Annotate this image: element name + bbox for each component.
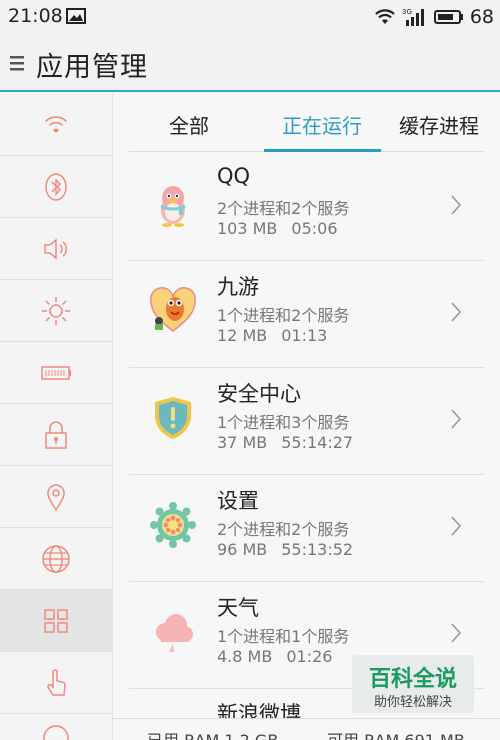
app-runtime: 01:13 [281,326,328,345]
app-row-security-center[interactable]: 安全中心 1个进程和3个服务 37 MB 55:14:27 [129,368,484,475]
app-processes: 2个进程和2个服务 [217,520,350,539]
sidebar-item-lock[interactable] [0,404,112,466]
status-time: 21:08 [8,5,63,27]
app-row-jiuyou[interactable]: 九游 1个进程和2个服务 12 MB 01:13 [129,261,484,368]
sidebar-item-network[interactable] [0,528,112,590]
qq-penguin-icon [161,186,185,227]
used-ram-label: 已用 RAM 1.2 GB [147,727,278,740]
app-row-settings[interactable]: 设置 2个进程和2个服务 96 MB 55:13:52 [129,475,484,582]
weather-cloud-icon [156,614,193,652]
sidebar-item-info[interactable] [0,714,112,740]
lock-icon [45,420,67,449]
app-row-weibo-partial[interactable]: 新浪微博 [217,698,301,718]
volume-icon [44,237,68,260]
jiuyou-icon [150,287,196,332]
sidebar-item-volume[interactable] [0,218,112,280]
app-meta: 103 MB 05:06 [217,219,338,238]
app-memory: 37 MB [217,433,268,452]
watermark-title: 百科全说 [368,667,457,692]
info-icon [43,725,69,740]
main-panel: 全部 正在运行 缓存进程 QQ 2个进程和2个服务 103 MB 05:06 九… [113,94,500,740]
battery-icon [41,365,71,380]
status-bar: 21:08 3G 68 [0,0,500,34]
cell-signal-icon: 3G [402,8,424,26]
app-memory: 12 MB [217,326,268,345]
wifi-signal-icon [375,9,395,24]
watermark-badge: 百科全说 助你轻松解决 [352,655,474,713]
watermark-subtitle: 助你轻松解决 [373,695,452,710]
app-runtime: 05:06 [291,219,338,238]
sidebar-item-bluetooth[interactable] [0,156,112,218]
app-name: QQ [217,164,251,188]
chevron-right-icon [451,195,462,215]
app-runtime: 55:14:27 [281,433,354,452]
sidebar-item-wifi[interactable] [0,94,112,156]
sidebar [0,94,113,740]
app-memory: 4.8 MB [217,647,273,666]
app-name: 安全中心 [217,382,301,406]
app-meta: 37 MB 55:14:27 [217,433,353,452]
app-memory: 103 MB [217,219,278,238]
page-title: 应用管理 [36,52,148,83]
app-runtime: 01:26 [286,647,333,666]
tab-all[interactable]: 全部 [169,110,209,139]
sidebar-item-gesture[interactable] [0,652,112,714]
app-processes: 1个进程和3个服务 [217,413,350,432]
settings-gear-icon [150,502,196,548]
sidebar-item-apps[interactable] [0,590,112,652]
app-runtime: 55:13:52 [281,540,354,559]
sidebar-item-location[interactable] [0,466,112,528]
chevron-right-icon [451,623,462,643]
brightness-icon [42,296,70,325]
title-bar: 应用管理 [0,34,500,92]
battery-percent: 68 [469,6,494,28]
app-processes: 1个进程和2个服务 [217,306,350,325]
ram-summary-bar: 已用 RAM 1.2 GB 可用 RAM 691 MB [113,718,500,740]
active-tab-indicator [264,149,381,152]
app-memory: 96 MB [217,540,268,559]
app-processes: 2个进程和2个服务 [217,199,350,218]
globe-icon [42,544,70,573]
tab-running[interactable]: 正在运行 [282,110,362,139]
app-meta: 96 MB 55:13:52 [217,540,353,559]
app-meta: 4.8 MB 01:26 [217,647,332,666]
location-icon [47,483,65,512]
sidebar-item-battery[interactable] [0,342,112,404]
app-processes: 1个进程和1个服务 [217,627,350,646]
app-row-qq[interactable]: QQ 2个进程和2个服务 103 MB 05:06 [129,154,484,261]
chevron-right-icon [451,516,462,536]
tab-cached[interactable]: 缓存进程 [399,110,479,139]
wifi-icon [44,115,68,133]
apps-grid-icon [44,608,68,633]
app-name: 九游 [217,275,259,299]
app-name: 设置 [217,489,259,513]
battery-status-icon [433,10,463,24]
image-notification-icon [66,8,86,24]
chevron-right-icon [451,302,462,322]
free-ram-label: 可用 RAM 691 MB [327,727,465,740]
menu-icon[interactable] [10,54,24,72]
sidebar-item-brightness[interactable] [0,280,112,342]
gesture-icon [47,668,66,696]
app-meta: 12 MB 01:13 [217,326,327,345]
bluetooth-icon [45,172,67,201]
security-shield-icon [155,397,191,439]
tab-bar: 全部 正在运行 缓存进程 [129,94,484,152]
network-type-label: 3G [402,8,412,16]
status-indicators: 3G 68 [374,5,494,29]
chevron-right-icon [451,409,462,429]
app-name: 天气 [217,596,259,620]
